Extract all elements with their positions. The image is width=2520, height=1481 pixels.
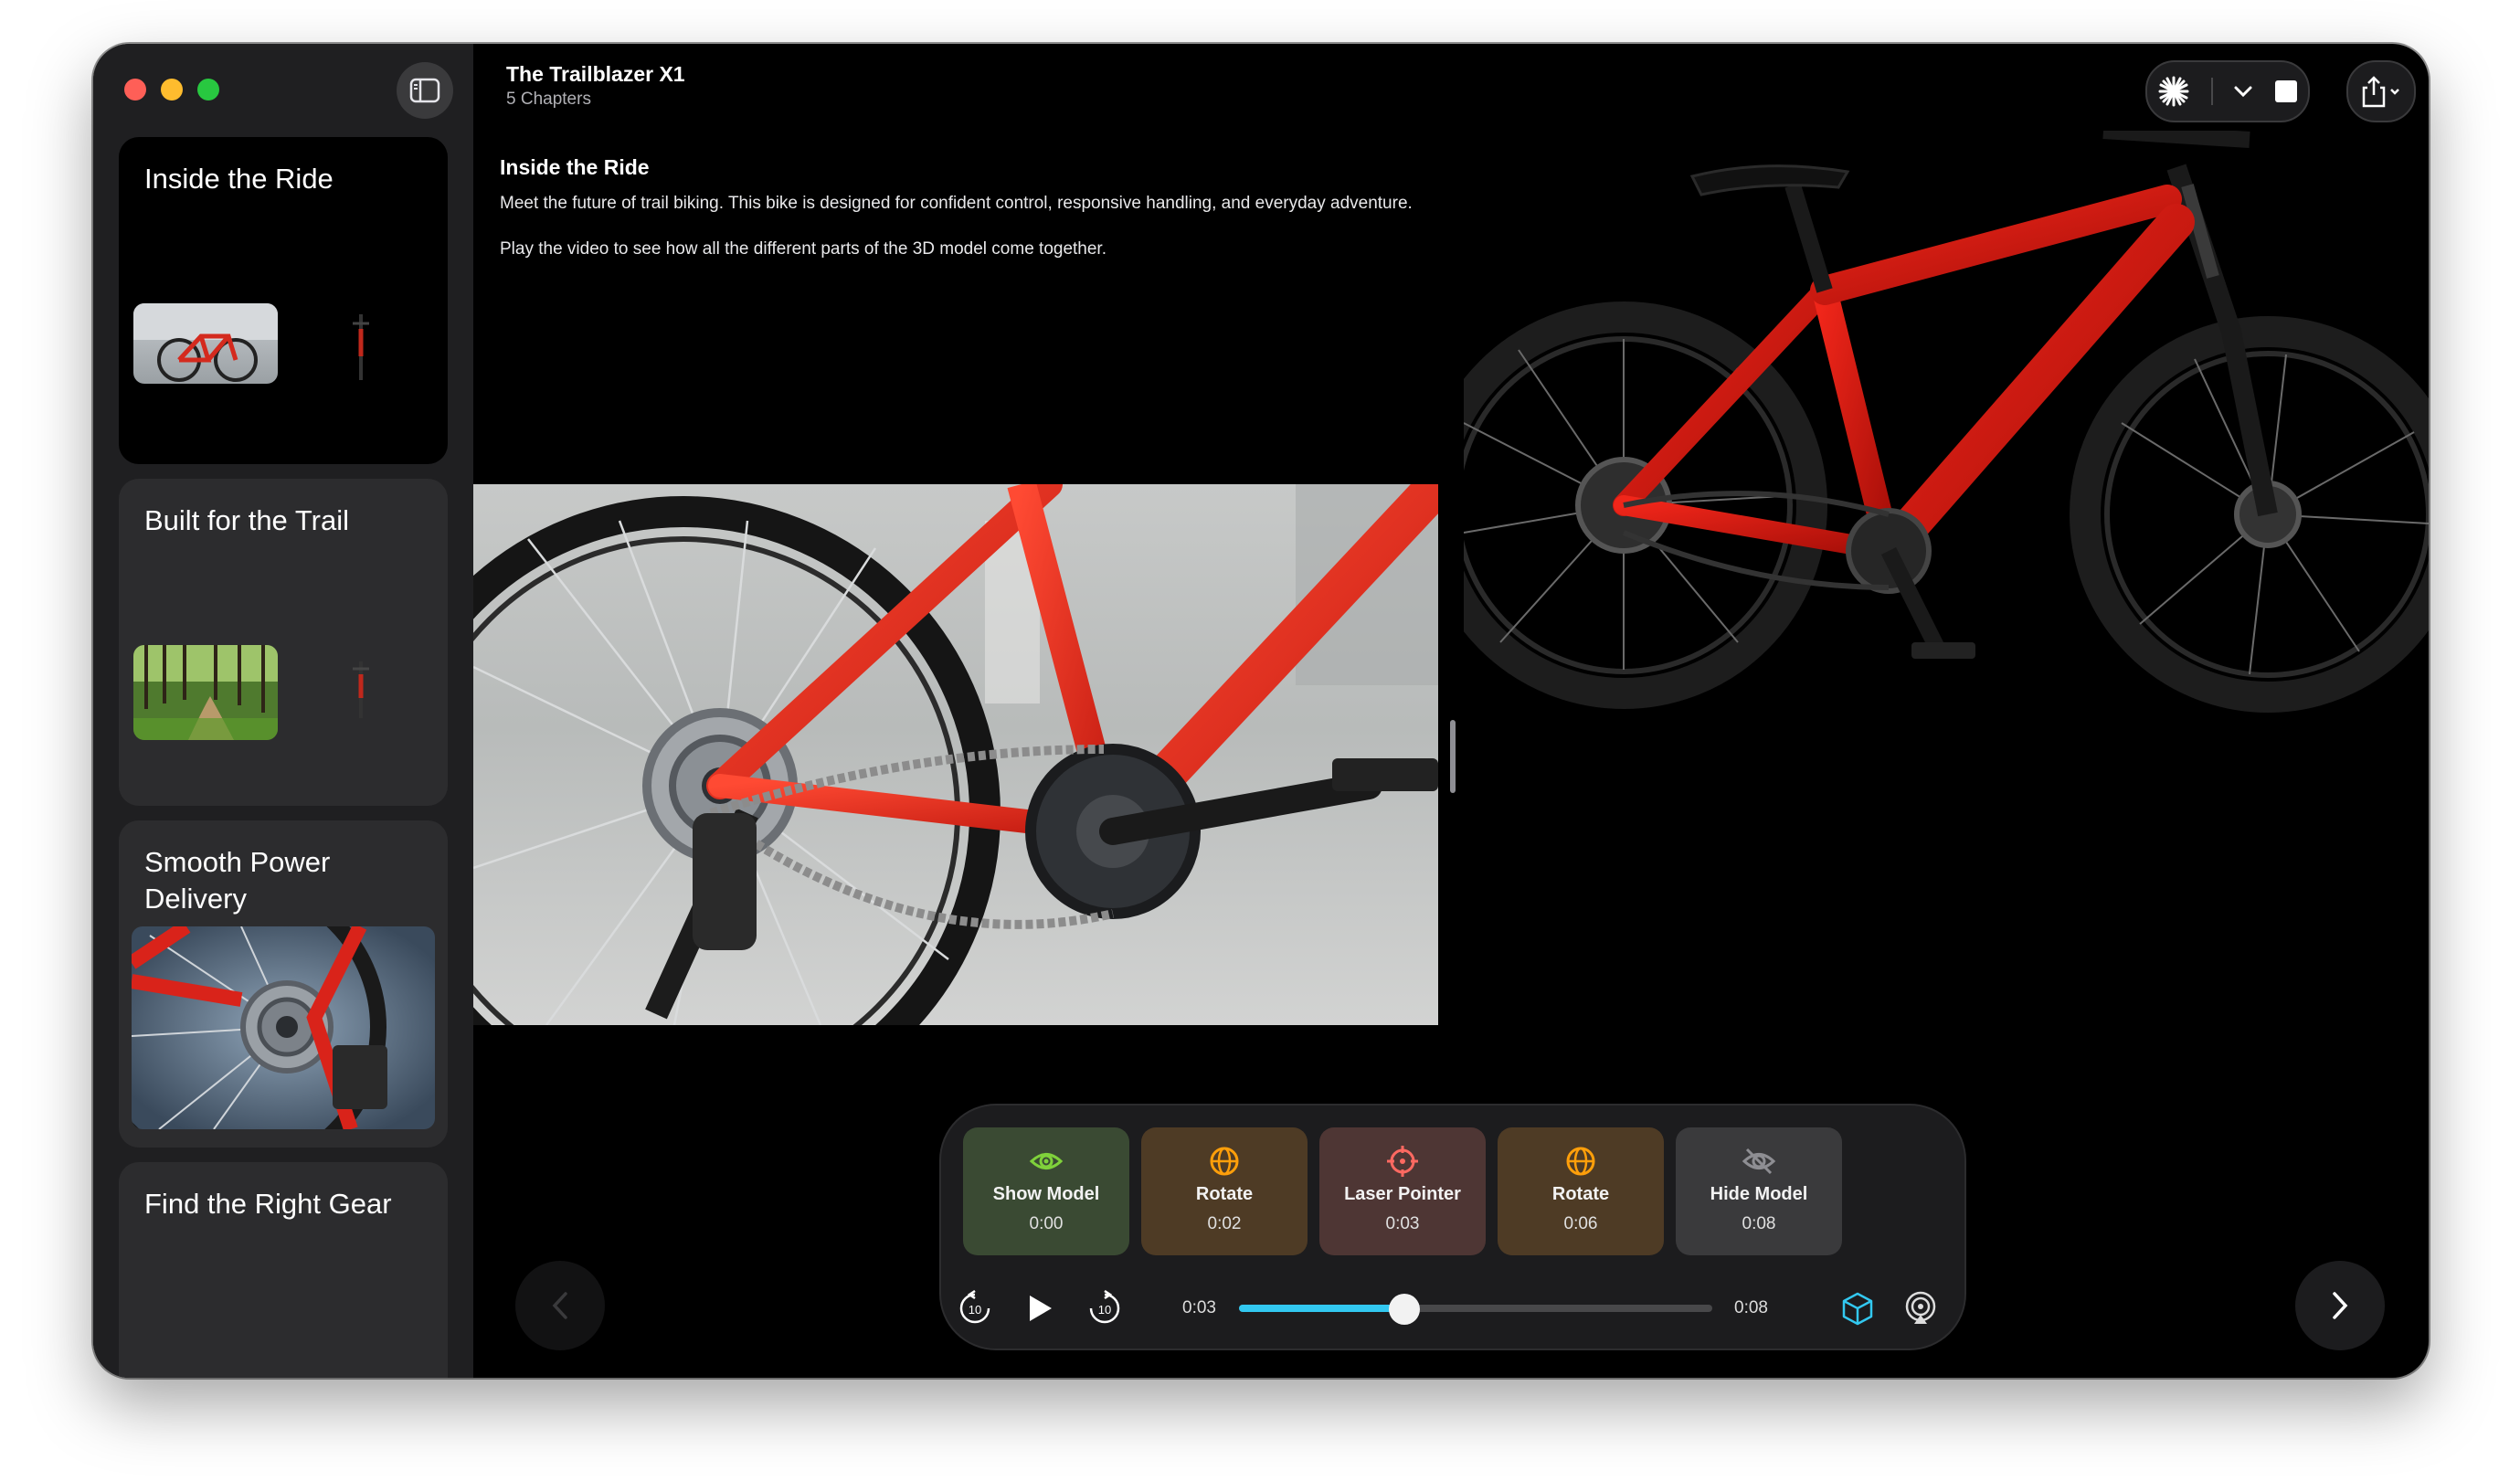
eye-slash-icon [1742,1144,1776,1179]
chapter-title: Built for the Trail [144,504,349,536]
chapter-card-smooth-power-delivery[interactable]: Smooth Power Delivery [119,820,448,1148]
timeline-action-rotate[interactable]: Rotate 0:02 [1141,1127,1308,1255]
window-controls [124,79,219,100]
sidebar-icon [409,78,440,103]
rotate-icon [1563,1144,1598,1179]
play-icon [1030,1296,1052,1321]
3d-model-toggle-button[interactable] [1837,1288,1878,1328]
skip-back-10-button[interactable]: 10 [955,1288,995,1328]
chapter-card-built-for-the-trail[interactable]: Built for the Trail [119,479,448,806]
content-heading: Inside the Ride [500,155,650,179]
immersive-icon[interactable] [2157,75,2190,108]
timeline-scrubber[interactable] [1239,1294,1712,1325]
content-instruction: Play the video to see how all the differ… [500,239,1106,259]
share-icon [2362,76,2399,108]
app-window: Inside the Ride Built for the Trail Smoo… [93,44,2429,1378]
bike-model-icon [353,314,369,380]
bike-3d-model[interactable] [1420,122,2429,807]
chapter-card-inside-the-ride[interactable]: Inside the Ride [119,137,448,464]
current-time: 0:03 [1182,1298,1216,1317]
action-time: 0:06 [1563,1214,1598,1233]
previous-chapter-button[interactable] [515,1261,605,1350]
chapter-count: 5 Chapters [506,90,591,109]
skip-forward-icon: 10 [1089,1290,1120,1324]
chapter-video[interactable] [473,484,1438,1025]
action-label: Hide Model [1710,1184,1808,1204]
timeline-action-laser-pointer[interactable]: Laser Pointer 0:03 [1319,1127,1486,1255]
bike-model-icon [353,661,369,718]
chapter-thumbnail [133,303,278,384]
chapter-title: Find the Right Gear [144,1188,392,1220]
next-chapter-button[interactable] [2295,1261,2385,1350]
zoom-window-button[interactable] [197,79,219,100]
chevron-down-icon[interactable] [2233,85,2253,98]
close-window-button[interactable] [124,79,146,100]
timeline-action-hide-model[interactable]: Hide Model 0:08 [1676,1127,1842,1255]
action-label: Show Model [992,1184,1100,1204]
skip-back-icon: 10 [959,1290,990,1324]
action-time: 0:08 [1742,1214,1776,1233]
share-button[interactable] [2346,60,2416,122]
play-button[interactable] [1020,1288,1060,1328]
chapter-thumbnail [133,645,278,740]
airplay-button[interactable] [1901,1288,1941,1328]
cube-icon [1842,1292,1873,1326]
action-time: 0:02 [1207,1214,1242,1233]
action-time: 0:03 [1385,1214,1420,1233]
svg-text:10: 10 [969,1303,981,1317]
stop-icon[interactable] [2274,79,2298,103]
playback-toolbar [2145,60,2310,122]
action-label: Rotate [1551,1184,1610,1204]
total-time: 0:08 [1734,1298,1768,1317]
timeline-action-rotate[interactable]: Rotate 0:06 [1498,1127,1664,1255]
chapter-title: Inside the Ride [144,163,334,195]
action-label: Rotate [1195,1184,1254,1204]
rotate-icon [1207,1144,1242,1179]
sidebar-toggle-button[interactable] [397,62,453,119]
chapter-card-find-the-right-gear[interactable]: Find the Right Gear [119,1162,448,1378]
laser-pointer-icon [1385,1144,1420,1179]
chapter-sidebar: Inside the Ride Built for the Trail Smoo… [93,44,473,1378]
content-description: Meet the future of trail biking. This bi… [500,194,1413,213]
svg-text:10: 10 [1098,1303,1111,1317]
toolbar-separator [2210,78,2213,105]
chapter-thumbnail [132,926,435,1129]
timeline-progress [1239,1305,1405,1312]
airplay-icon [1905,1291,1936,1324]
timeline-action-show-model[interactable]: Show Model 0:00 [963,1127,1129,1255]
eye-icon [1029,1144,1064,1179]
app-title: The Trailblazer X1 [506,62,685,86]
split-view-handle[interactable] [1450,720,1456,793]
action-time: 0:00 [1029,1214,1064,1233]
action-label: Laser Pointer [1344,1184,1461,1204]
chapter-title: Smooth Power Delivery [144,846,331,915]
minimize-window-button[interactable] [161,79,183,100]
skip-forward-10-button[interactable]: 10 [1085,1288,1125,1328]
chevron-right-icon [2333,1292,2348,1319]
chevron-left-icon [552,1292,567,1319]
